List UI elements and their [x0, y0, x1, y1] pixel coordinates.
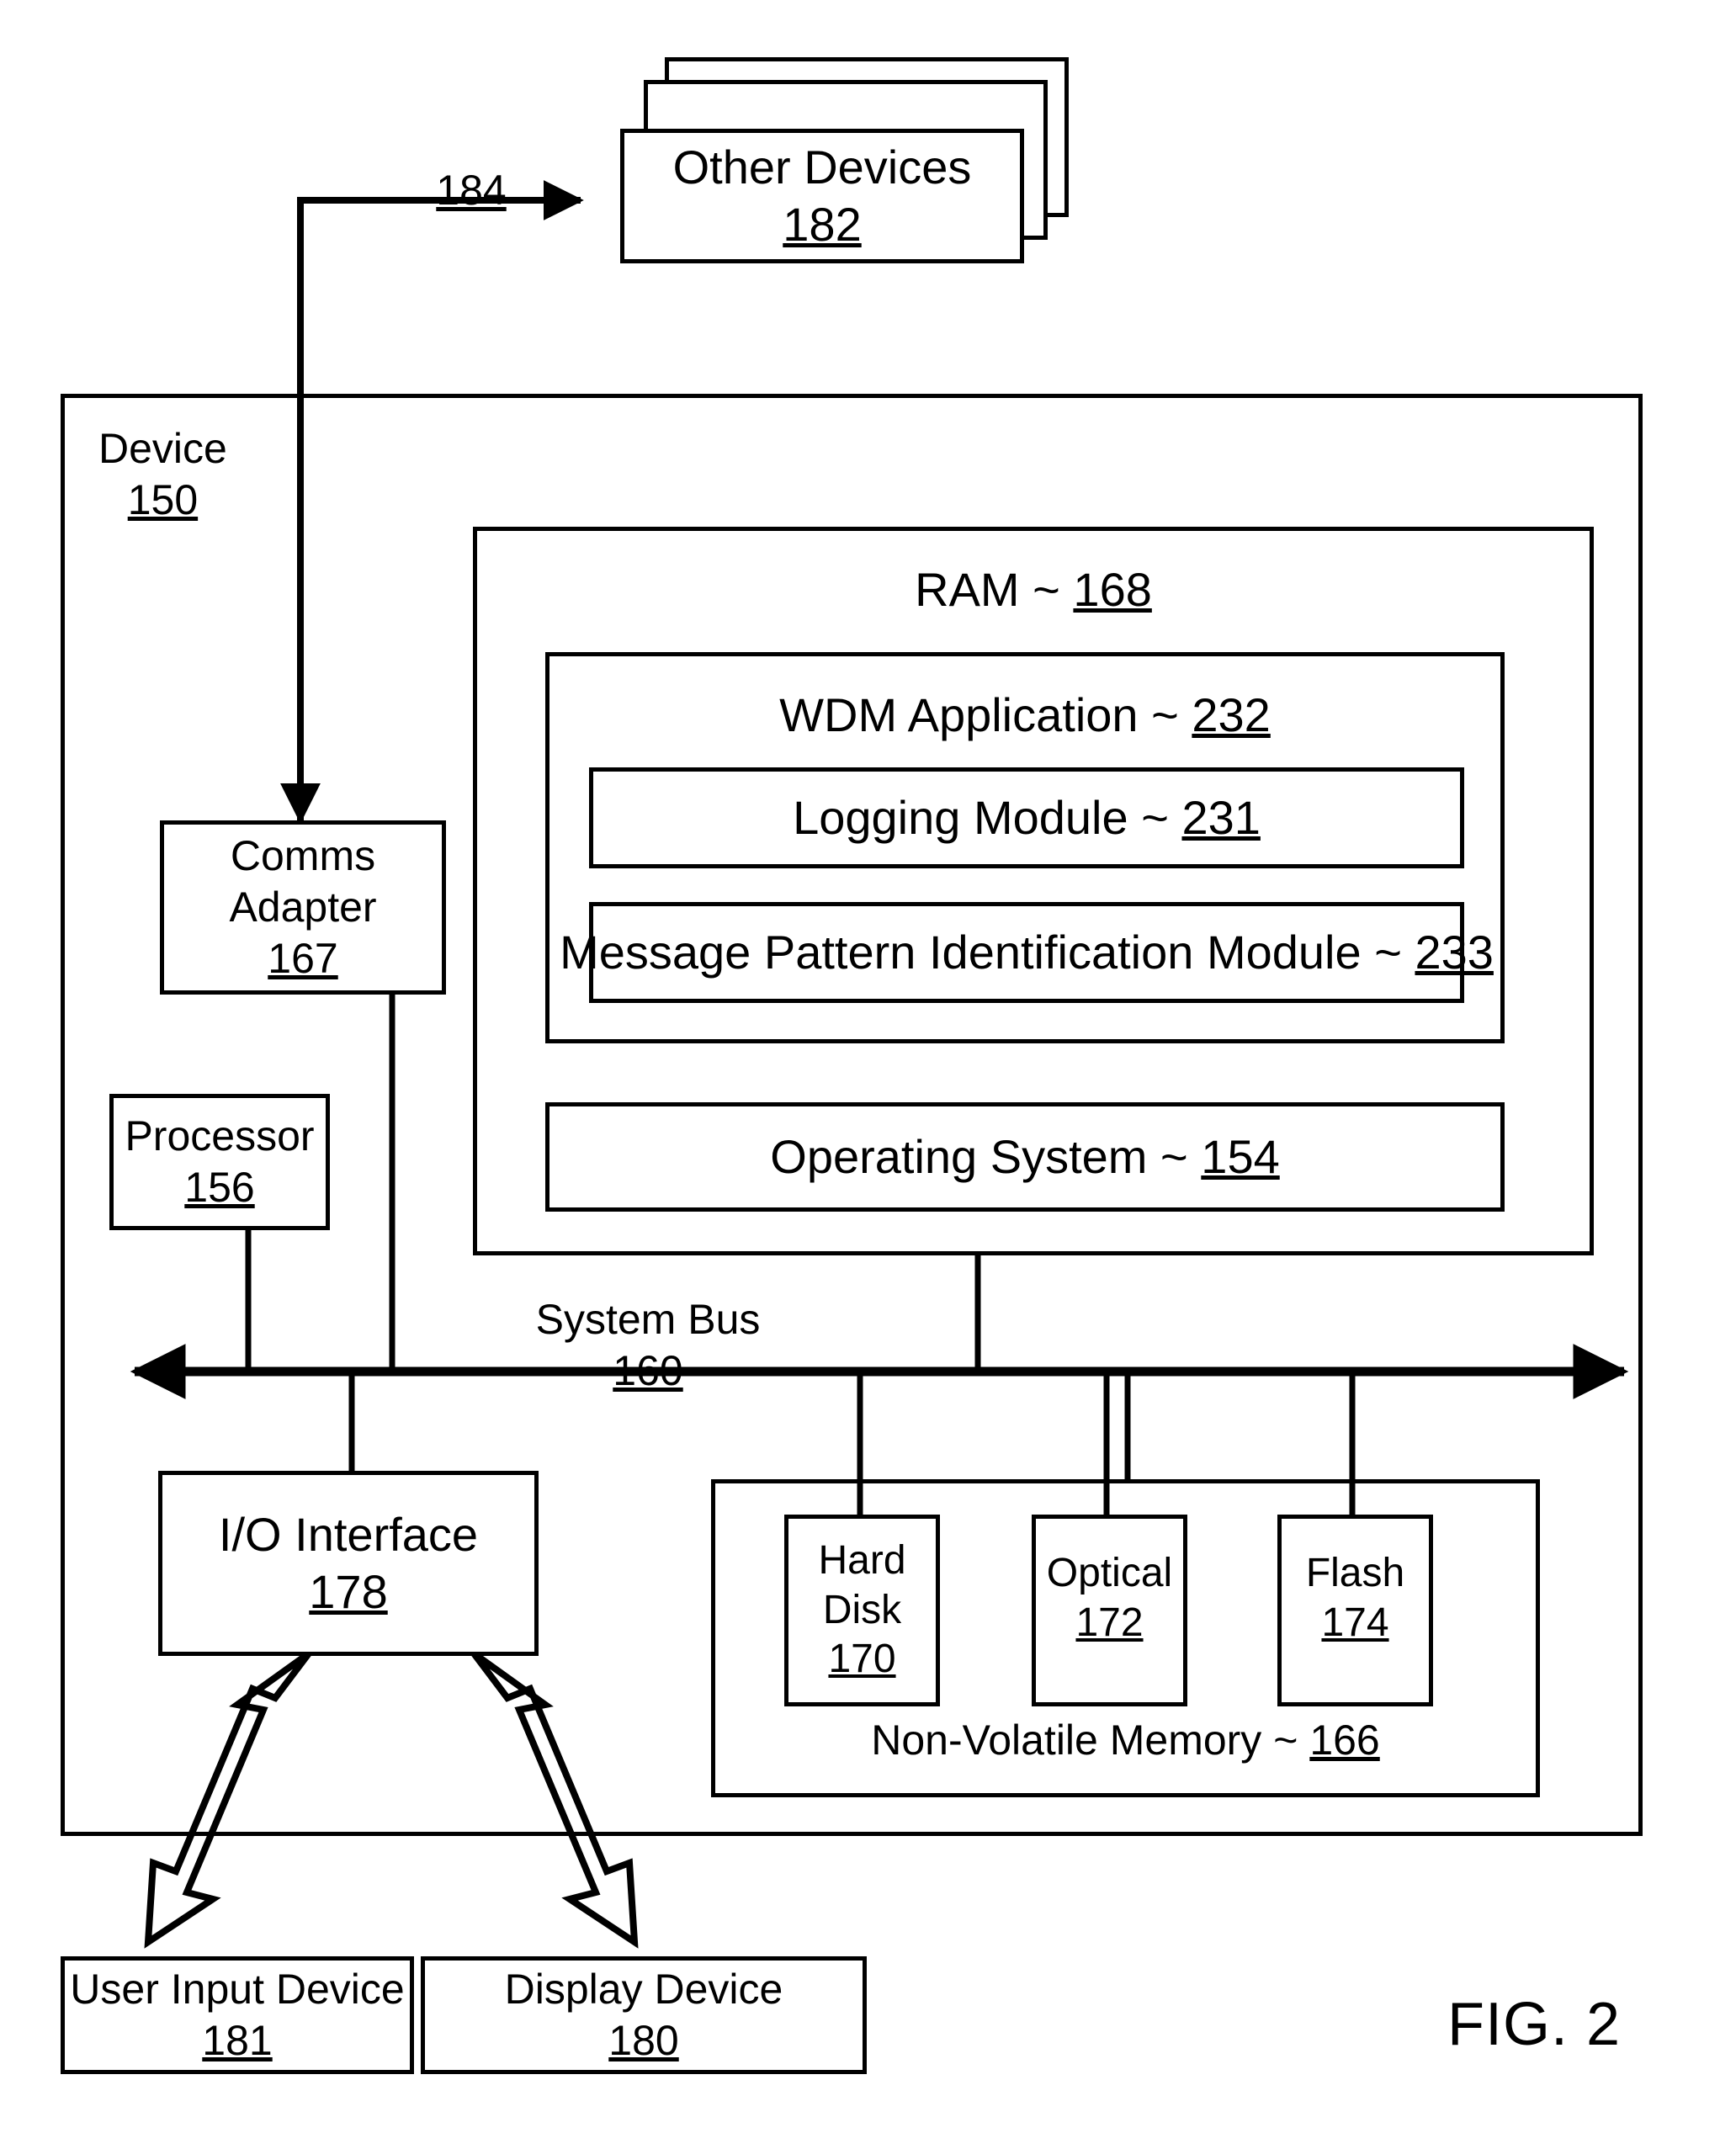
logging-module-ref: 231: [1181, 790, 1261, 844]
non-volatile-memory-label: Non-Volatile Memory: [871, 1717, 1262, 1764]
processor-label: Processor: [125, 1112, 315, 1159]
ram-title: RAM ~ 168: [477, 561, 1590, 618]
connector-184-label: 184: [421, 165, 522, 216]
device-title-group: Device 150: [98, 423, 227, 526]
flash-box[interactable]: Flash 174: [1277, 1515, 1433, 1706]
io-interface-label: I/O Interface: [218, 1507, 479, 1561]
hard-disk-box[interactable]: Hard Disk 170: [784, 1515, 940, 1706]
connector-184-ref: 184: [436, 167, 507, 214]
system-bus-ref: 160: [613, 1347, 683, 1394]
processor-ref: 156: [184, 1164, 255, 1211]
optical-ref: 172: [1075, 1600, 1144, 1645]
message-pattern-module-ref: 233: [1415, 925, 1494, 979]
flash-label: Flash: [1305, 1551, 1405, 1595]
logging-module-label: Logging Module: [793, 790, 1128, 844]
display-device-box[interactable]: Display Device 180: [421, 1956, 867, 2074]
logging-module-title: Logging Module ~ 231: [793, 789, 1261, 846]
io-interface-box[interactable]: I/O Interface 178: [158, 1471, 539, 1656]
display-device-ref: 180: [608, 2017, 679, 2064]
wdm-application-title: WDM Application ~ 232: [549, 687, 1500, 744]
other-devices-ref: 182: [783, 198, 862, 251]
non-volatile-memory-sep: ~: [1273, 1717, 1298, 1764]
display-device-label: Display Device: [504, 1966, 783, 2013]
comms-adapter-label-line2: Adapter: [229, 883, 377, 931]
operating-system-label: Operating System: [770, 1129, 1148, 1183]
operating-system-sep: ~: [1160, 1129, 1188, 1183]
wdm-application-ref: 232: [1192, 688, 1271, 741]
wdm-application-sep: ~: [1151, 688, 1179, 741]
device-ref: 150: [127, 476, 199, 523]
wdm-application-title-group: WDM Application ~ 232: [549, 687, 1500, 744]
ram-ref: 168: [1073, 563, 1152, 616]
optical-label: Optical: [1046, 1551, 1173, 1595]
user-input-device-ref: 181: [202, 2017, 273, 2064]
non-volatile-memory-title: Non-Volatile Memory ~ 166: [715, 1715, 1536, 1766]
non-volatile-memory-ref: 166: [1309, 1717, 1380, 1764]
operating-system-box[interactable]: Operating System ~ 154: [545, 1102, 1505, 1212]
logging-module-sep: ~: [1141, 790, 1169, 844]
logging-module-box[interactable]: Logging Module ~ 231: [589, 767, 1464, 868]
processor-box[interactable]: Processor 156: [109, 1094, 330, 1230]
ram-label: RAM: [915, 563, 1020, 616]
system-bus-title-group: System Bus 160: [530, 1294, 766, 1397]
other-devices-box[interactable]: Other Devices 182: [620, 129, 1024, 263]
user-input-device-label: User Input Device: [70, 1966, 405, 2013]
system-bus-label: System Bus: [535, 1296, 761, 1343]
non-volatile-memory-title-group: Non-Volatile Memory ~ 166: [715, 1715, 1536, 1766]
user-input-device-box[interactable]: User Input Device 181: [61, 1956, 414, 2074]
other-devices-label: Other Devices: [672, 140, 972, 194]
hard-disk-label-line1: Hard: [818, 1538, 906, 1584]
figure-label: FIG. 2: [1447, 1991, 1622, 2058]
message-pattern-module-label: Message Pattern Identification Module: [560, 925, 1362, 979]
message-pattern-module-sep: ~: [1374, 925, 1402, 979]
comms-adapter-label-line1: Comms: [230, 832, 376, 879]
comms-adapter-box[interactable]: Comms Adapter 167: [160, 820, 446, 995]
operating-system-ref: 154: [1201, 1129, 1280, 1183]
figure-canvas: Other Devices 182 Device 150 RAM ~ 168 W…: [0, 0, 1736, 2149]
wdm-application-label: WDM Application: [779, 688, 1139, 741]
operating-system-title: Operating System ~ 154: [770, 1128, 1279, 1186]
message-pattern-module-title: Message Pattern Identification Module ~ …: [560, 924, 1494, 981]
hard-disk-label-line2: Disk: [822, 1587, 902, 1632]
ram-sep: ~: [1033, 563, 1060, 616]
device-label: Device: [98, 425, 227, 472]
message-pattern-module-box[interactable]: Message Pattern Identification Module ~ …: [560, 902, 1494, 1003]
io-interface-ref: 178: [309, 1565, 388, 1618]
comms-adapter-ref: 167: [268, 935, 338, 982]
hard-disk-ref: 170: [828, 1637, 896, 1682]
ram-title-group: RAM ~ 168: [477, 561, 1590, 618]
optical-box[interactable]: Optical 172: [1032, 1515, 1187, 1706]
flash-ref: 174: [1321, 1600, 1389, 1645]
